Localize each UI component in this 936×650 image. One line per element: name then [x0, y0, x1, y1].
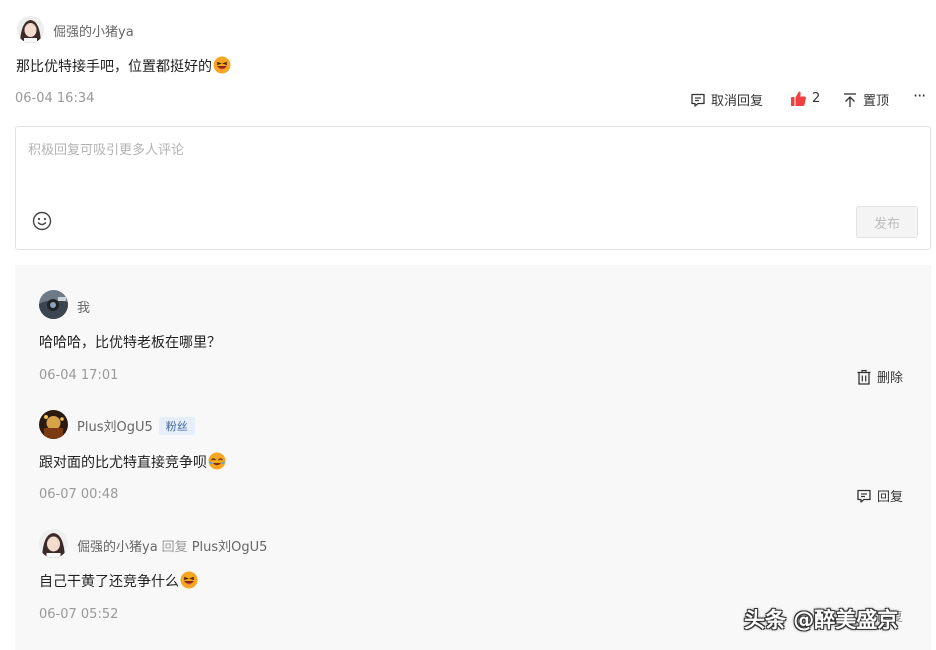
reply-content: 哈哈哈，比优特老板在哪里？ [39, 335, 221, 351]
comment-icon [856, 488, 872, 504]
trash-icon [856, 369, 872, 385]
cancel-reply-label: 取消回复 [711, 94, 764, 109]
like-button[interactable]: 2 [790, 90, 820, 107]
reply-username: Plus刘OgU5 粉丝 [77, 416, 195, 435]
watermark: 头条 @醉美盛京 [744, 608, 899, 632]
reply-input-box[interactable]: 积极回复可吸引更多人评论 发布 [15, 126, 931, 250]
pin-label: 置顶 [863, 94, 890, 109]
avatar[interactable] [39, 529, 68, 558]
reply-button[interactable]: 回复 [856, 486, 903, 505]
fans-badge: 粉丝 [158, 417, 195, 435]
pin-button[interactable]: 置顶 [842, 90, 889, 109]
comment-content: 那比优特接手吧，位置都挺好的 [16, 56, 231, 76]
reply-time: 06-07 05:52 [39, 607, 119, 622]
comment-time: 06-04 16:34 [15, 91, 95, 106]
crying-laughing-emoji-icon [208, 452, 226, 470]
laughing-emoji-icon [213, 56, 231, 74]
more-button[interactable]: ··· [913, 86, 926, 105]
emoji-picker-icon[interactable] [32, 211, 52, 235]
reply-username-link[interactable]: 倔强的小猪ya [77, 540, 158, 555]
reply-username-link[interactable]: Plus刘OgU5 [77, 420, 153, 435]
delete-label: 删除 [877, 371, 904, 386]
publish-button[interactable]: 发布 [856, 206, 918, 238]
reply-username[interactable]: 我 [77, 297, 90, 316]
thumbs-up-icon [790, 90, 807, 107]
comment-username[interactable]: 倔强的小猪ya [53, 21, 134, 40]
avatar[interactable] [39, 410, 68, 439]
comment-icon [690, 92, 706, 108]
more-icon: ··· [913, 86, 926, 105]
delete-button[interactable]: 删除 [856, 367, 903, 386]
reply-input-placeholder[interactable]: 积极回复可吸引更多人评论 [28, 139, 184, 158]
avatar[interactable] [39, 290, 68, 319]
cancel-reply-button[interactable]: 取消回复 [690, 90, 763, 109]
like-count: 2 [812, 91, 821, 106]
reply-text: 自己干黄了还竞争什么 [39, 574, 179, 590]
reply-time: 06-07 00:48 [39, 487, 119, 502]
reply-content: 跟对面的比尤特直接竞争呗 [39, 452, 226, 472]
reply-text: 跟对面的比尤特直接竞争呗 [39, 455, 207, 471]
reply-to-word: 回复 [161, 540, 188, 555]
replies-section: 我 哈哈哈，比优特老板在哪里？ 06-04 17:01 删除 Plus刘OgU5… [15, 265, 931, 650]
laughing-emoji-icon [180, 571, 198, 589]
reply-username: 倔强的小猪ya 回复 Plus刘OgU5 [77, 536, 267, 555]
reply-target-link[interactable]: Plus刘OgU5 [192, 540, 268, 555]
reply-time: 06-04 17:01 [39, 368, 119, 383]
comment-text: 那比优特接手吧，位置都挺好的 [16, 59, 212, 75]
pin-top-icon [842, 92, 858, 108]
avatar[interactable] [17, 16, 44, 43]
reply-content: 自己干黄了还竞争什么 [39, 571, 198, 591]
reply-label: 回复 [877, 490, 904, 505]
